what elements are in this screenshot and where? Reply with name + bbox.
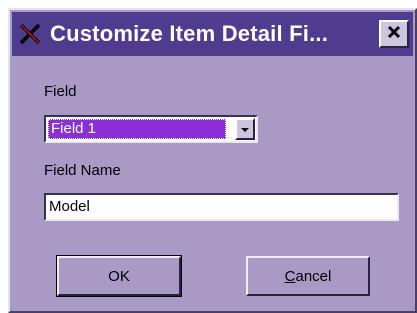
close-icon — [386, 24, 402, 45]
field-dropdown[interactable]: Field 1 — [44, 115, 258, 143]
field-name-input[interactable]: Model — [44, 193, 399, 221]
field-dropdown-value: Field 1 — [48, 119, 226, 139]
field-label: Field — [44, 83, 77, 100]
cancel-button[interactable]: Cancel — [246, 256, 370, 296]
close-button[interactable] — [379, 20, 409, 48]
ok-button-label: OK — [108, 267, 130, 285]
window-title: Customize Item Detail Fi... — [50, 21, 329, 46]
field-name-label: Field Name — [44, 162, 121, 179]
x-mark-icon — [16, 20, 44, 48]
dropdown-arrow-button[interactable] — [235, 118, 255, 140]
dialog-window: Customize Item Detail Fi... Field Field … — [8, 8, 417, 313]
ok-button[interactable]: OK — [56, 255, 182, 297]
cancel-button-label: Cancel — [284, 267, 332, 285]
title-bar[interactable]: Customize Item Detail Fi... — [12, 12, 413, 56]
chevron-down-icon — [240, 120, 250, 138]
